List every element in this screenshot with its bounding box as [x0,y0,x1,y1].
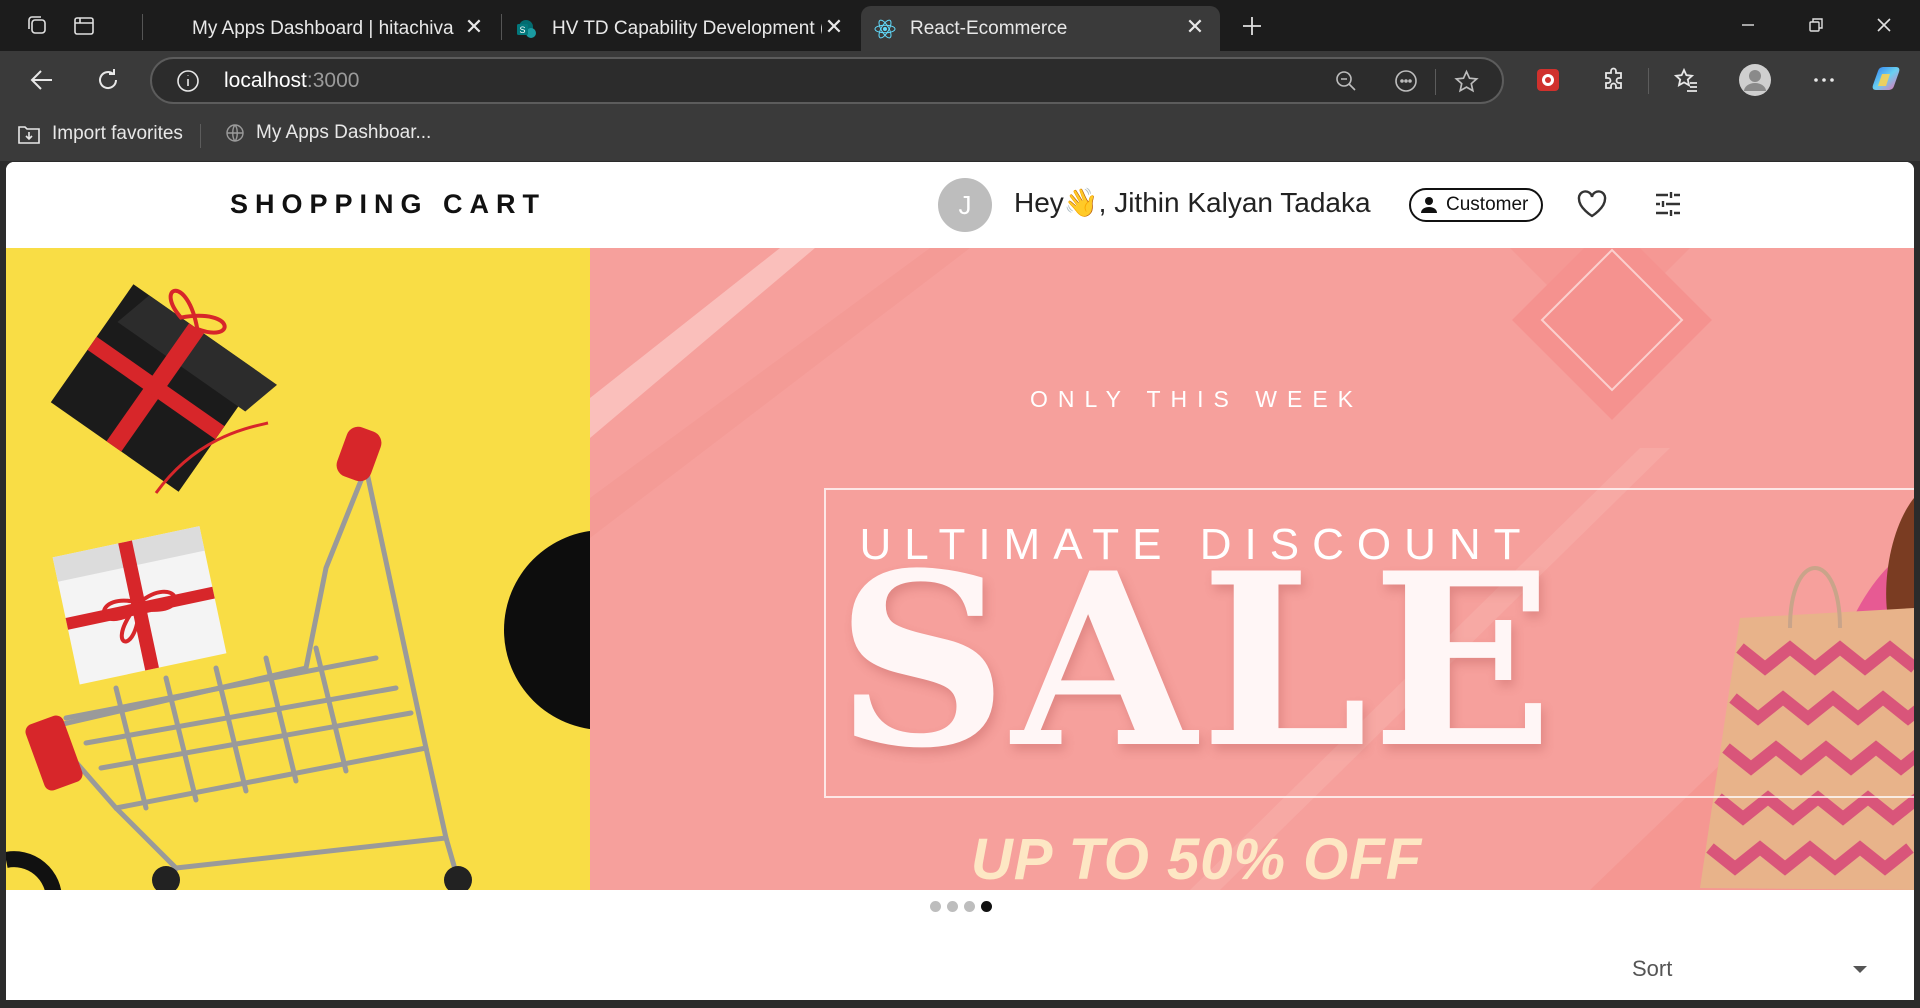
copilot-icon[interactable] [1866,60,1906,100]
favorite-star-icon[interactable] [1454,69,1479,99]
wishlist-heart-icon[interactable] [1572,184,1612,224]
favorites-bar: Import favorites My Apps Dashboar... [0,110,1920,161]
tab-my-apps[interactable]: My Apps Dashboard | hitachivantara ✕ [143,6,499,51]
carousel-indicators [930,901,992,912]
favorites-my-apps[interactable]: My Apps Dashboar... [224,122,431,144]
tab-actions-icon[interactable] [70,12,98,40]
favorites-list-icon[interactable] [1666,60,1706,100]
browser-toolbar: localhost:3000 [0,51,1920,110]
profile-avatar-icon[interactable] [1735,60,1775,100]
brand-title[interactable]: SHOPPING CART [230,189,546,220]
import-favorites-icon [18,126,40,144]
minimize-icon[interactable] [1726,6,1770,44]
person-icon [1421,197,1437,213]
filter-sliders-icon[interactable] [1648,184,1688,224]
role-chip[interactable]: Customer [1409,188,1544,222]
sort-label: Sort [1632,956,1673,981]
user-greeting: Hey👋, Jithin Kalyan Tadaka [1014,187,1371,218]
url-host: localhost [224,69,307,92]
favorites-my-apps-label: My Apps Dashboar... [256,122,432,143]
close-icon[interactable]: ✕ [463,16,485,38]
carousel-dot-2[interactable] [947,901,958,912]
extensions-icon[interactable] [1594,60,1634,100]
globe-icon [226,124,244,142]
url-port: :3000 [306,69,360,92]
tab-react-ecommerce[interactable]: React-Ecommerce ✕ [861,6,1220,51]
more-options-icon[interactable] [1804,60,1844,100]
promo-carousel[interactable]: ONLY THIS WEEK ULTIMATE DISCOUNT SALE UP… [6,248,1914,890]
new-tab-icon[interactable] [1238,12,1266,40]
shopping-cart-illustration [6,248,590,890]
favorites-import[interactable]: Import favorites [16,122,183,146]
close-window-icon[interactable] [1862,6,1906,44]
refresh-icon[interactable] [88,60,128,100]
role-chip-label: Customer [1446,194,1529,215]
page-viewport: SHOPPING CART J Hey👋, Jithin Kalyan Tada… [6,162,1914,1000]
react-icon [874,18,896,40]
workspaces-icon[interactable] [24,12,52,40]
tab-title: HV TD Capability Development (LMS) [552,18,822,39]
svg-text:S: S [519,25,525,35]
carousel-slide-sale: ONLY THIS WEEK ULTIMATE DISCOUNT SALE UP… [590,248,1914,890]
sort-select[interactable]: Sort [1612,948,1877,1000]
promo-subtitle: ONLY THIS WEEK [1030,386,1363,412]
carousel-dot-4[interactable] [981,901,992,912]
carousel-dot-3[interactable] [964,901,975,912]
promo-headline: SALE [835,522,1558,801]
address-bar[interactable]: localhost:3000 [150,57,1504,104]
caret-down-icon [1853,966,1867,973]
app-header: SHOPPING CART J Hey👋, Jithin Kalyan Tada… [6,162,1914,248]
user-avatar[interactable]: J [938,178,992,232]
sharepoint-icon: S [516,18,538,40]
favorites-import-label: Import favorites [52,123,183,144]
site-info-icon[interactable] [176,69,200,98]
tab-title: React-Ecommerce [910,18,1068,39]
back-arrow-icon[interactable] [22,60,62,100]
url-text[interactable]: localhost:3000 [224,69,359,93]
extension-red-icon[interactable] [1528,60,1568,100]
reading-mode-icon[interactable] [1394,69,1418,98]
promo-offer: UP TO 50% OFF [970,827,1423,890]
tab-hv-td[interactable]: S HV TD Capability Development (LMS) ✕ [503,6,859,51]
tab-title: My Apps Dashboard | hitachivantara [192,18,454,39]
browser-tab-bar: My Apps Dashboard | hitachivantara ✕ S H… [0,0,1920,51]
close-icon[interactable]: ✕ [823,16,845,38]
restore-icon[interactable] [1794,6,1838,44]
carousel-dot-1[interactable] [930,901,941,912]
close-icon[interactable]: ✕ [1184,16,1206,38]
carousel-slide-image-cart [6,248,590,890]
zoom-out-icon[interactable] [1334,69,1358,98]
